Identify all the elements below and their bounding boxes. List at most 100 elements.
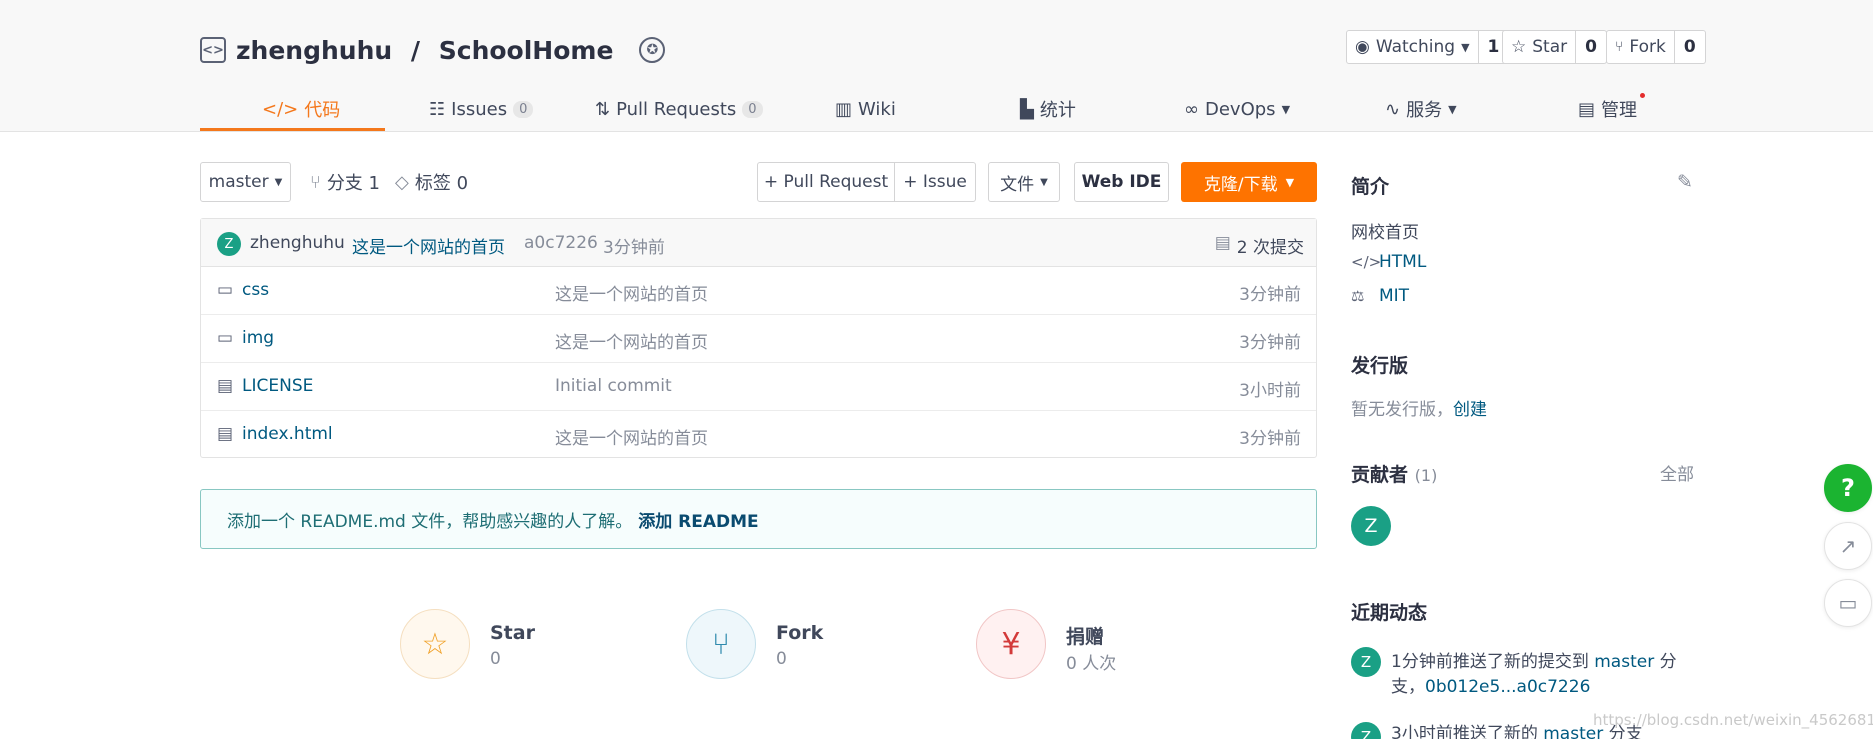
commit-hash[interactable]: a0c7226 [524, 233, 598, 253]
file-time: 3分钟前 [1239, 285, 1301, 305]
donate-stat[interactable]: ¥ 捐赠 0 人次 [976, 609, 1216, 681]
file-row[interactable]: ▤ index.html 这是一个网站的首页 3分钟前 [201, 411, 1316, 459]
contributors-heading: 贡献者 (1) [1351, 464, 1438, 486]
stat-label: Star [490, 622, 535, 644]
code-repo-icon: <> [200, 37, 226, 63]
readme-notice-text: 添加一个 README.md 文件，帮助感兴趣的人了解。 [227, 511, 633, 532]
file-time: 3小时前 [1239, 381, 1301, 401]
activity-avatar[interactable]: Z [1351, 722, 1381, 739]
commits-icon: ▤ [1214, 233, 1231, 253]
readme-notice: 添加一个 README.md 文件，帮助感兴趣的人了解。 添加 README [200, 489, 1317, 549]
repo-header: <> zhenghuhu / SchoolHome ✪ ◉ Watching ▼… [0, 0, 1873, 132]
tab-wiki[interactable]: ▥ Wiki [835, 86, 896, 132]
tab-pull-requests[interactable]: ⇅ Pull Requests 0 [595, 86, 763, 132]
tab-code[interactable]: </> 代码 [262, 86, 340, 132]
watermark: https://blog.csdn.net/weixin_45626815 [1593, 711, 1873, 729]
commit-time: 3分钟前 [603, 238, 665, 258]
commit-author-avatar[interactable]: Z [217, 232, 241, 256]
chevron-down-icon: ▼ [1040, 176, 1048, 188]
issues-icon: ☷ [429, 98, 446, 120]
branch-select[interactable]: master ▼ [200, 162, 291, 202]
chevron-down-icon: ▼ [1461, 40, 1470, 54]
share-button[interactable]: ↗ [1824, 522, 1872, 570]
file-row[interactable]: ▭ img 这是一个网站的首页 3分钟前 [201, 315, 1316, 363]
folder-icon: ▭ [217, 280, 234, 300]
star-icon: ☆ [400, 609, 470, 679]
share-icon: ↗ [1839, 534, 1857, 558]
file-icon: ▤ [217, 424, 234, 444]
tab-services[interactable]: ∿ 服务 ▼ [1385, 86, 1457, 132]
file-commit-message[interactable]: 这是一个网站的首页 [555, 424, 708, 449]
clone-download-button[interactable]: 克隆/下载 ▼ [1181, 162, 1317, 202]
bar-chart-icon: ▙ [1020, 98, 1034, 120]
star-group: ☆ Star 0 [1502, 30, 1607, 64]
activity-avatar[interactable]: Z [1351, 647, 1381, 677]
file-name[interactable]: css [242, 280, 269, 300]
language-link[interactable]: </> HTML [1351, 252, 1426, 272]
new-issue-button[interactable]: + Issue [894, 162, 976, 202]
chat-icon: ▭ [1838, 591, 1858, 615]
new-pull-request-button[interactable]: + Pull Request [757, 162, 895, 202]
chevron-down-icon: ▼ [1281, 102, 1291, 116]
file-commit-message[interactable]: Initial commit [555, 376, 672, 396]
commit-count-link[interactable]: ▤ 2 次提交 [1215, 233, 1304, 258]
issues-count: 0 [513, 100, 534, 118]
chevron-down-icon: ▼ [274, 176, 283, 188]
all-contributors-link[interactable]: 全部 [1660, 460, 1694, 485]
branches-link[interactable]: ⑂ 分支 1 [310, 162, 380, 202]
branch-link[interactable]: master [1594, 652, 1654, 672]
commit-range-link[interactable]: 0b012e5...a0c7226 [1425, 677, 1590, 697]
create-release-link[interactable]: 创建 [1453, 400, 1487, 420]
star-button[interactable]: ☆ Star [1502, 30, 1577, 64]
feedback-button[interactable]: ▭ [1824, 579, 1872, 627]
watch-button[interactable]: ◉ Watching ▼ [1346, 30, 1479, 64]
file-name[interactable]: img [242, 328, 274, 348]
infinity-icon: ∞ [1184, 98, 1199, 120]
tab-stats[interactable]: ▙ 统计 [1020, 86, 1076, 132]
fork-count[interactable]: 0 [1674, 30, 1706, 64]
repo-name-link[interactable]: SchoolHome [439, 36, 614, 65]
help-button[interactable]: ? [1824, 464, 1872, 512]
fork-button[interactable]: ⑂ Fork [1606, 30, 1675, 64]
tags-link[interactable]: ◇ 标签 0 [395, 162, 468, 202]
file-name[interactable]: LICENSE [242, 376, 313, 396]
code-icon: </> [262, 98, 299, 120]
commit-author[interactable]: zhenghuhu [250, 233, 345, 253]
intro-heading: 简介 [1351, 176, 1390, 198]
file-name[interactable]: index.html [242, 424, 333, 444]
gvp-badge-icon[interactable]: ✪ [639, 37, 666, 63]
star-stat[interactable]: ☆ Star 0 [400, 609, 640, 681]
stat-label: 捐赠 [1066, 626, 1105, 648]
folder-icon: ▭ [217, 328, 234, 348]
license-link[interactable]: ⚖ MIT [1351, 286, 1409, 306]
code-icon: </> [1351, 253, 1382, 271]
file-row[interactable]: ▤ LICENSE Initial commit 3小时前 [201, 363, 1316, 411]
contributor-avatar[interactable]: Z [1351, 506, 1391, 546]
file-row[interactable]: ▭ css 这是一个网站的首页 3分钟前 [201, 267, 1316, 315]
tab-manage[interactable]: ▤ 管理 [1578, 86, 1646, 132]
donate-icon: ¥ [976, 609, 1046, 679]
tag-icon: ◇ [395, 171, 409, 193]
fork-stat[interactable]: ⑂ Fork 0 [686, 609, 926, 681]
file-time: 3分钟前 [1239, 429, 1301, 449]
pulse-icon: ∿ [1385, 98, 1401, 120]
fork-group: ⑂ Fork 0 [1606, 30, 1706, 64]
file-commit-message[interactable]: 这是一个网站的首页 [555, 280, 708, 305]
edit-icon[interactable]: ✎ [1677, 171, 1693, 193]
commit-message[interactable]: 这是一个网站的首页 [352, 233, 505, 258]
fork-icon: ⑂ [686, 609, 756, 679]
release-heading: 发行版 [1351, 355, 1409, 377]
tab-devops[interactable]: ∞ DevOps ▼ [1184, 86, 1290, 132]
settings-doc-icon: ▤ [1578, 98, 1596, 120]
web-ide-button[interactable]: Web IDE [1074, 162, 1169, 202]
star-count[interactable]: 0 [1576, 30, 1607, 64]
book-icon: ▥ [835, 98, 853, 120]
eye-icon: ◉ [1355, 37, 1370, 57]
repo-separator: / [402, 35, 429, 65]
tab-issues[interactable]: ☷ Issues 0 [429, 86, 534, 132]
file-commit-message[interactable]: 这是一个网站的首页 [555, 328, 708, 353]
file-menu-button[interactable]: 文件 ▼ [988, 162, 1060, 202]
add-readme-link[interactable]: 添加 README [638, 507, 758, 532]
repo-owner-link[interactable]: zhenghuhu [236, 36, 392, 65]
star-icon: ☆ [1511, 37, 1527, 57]
